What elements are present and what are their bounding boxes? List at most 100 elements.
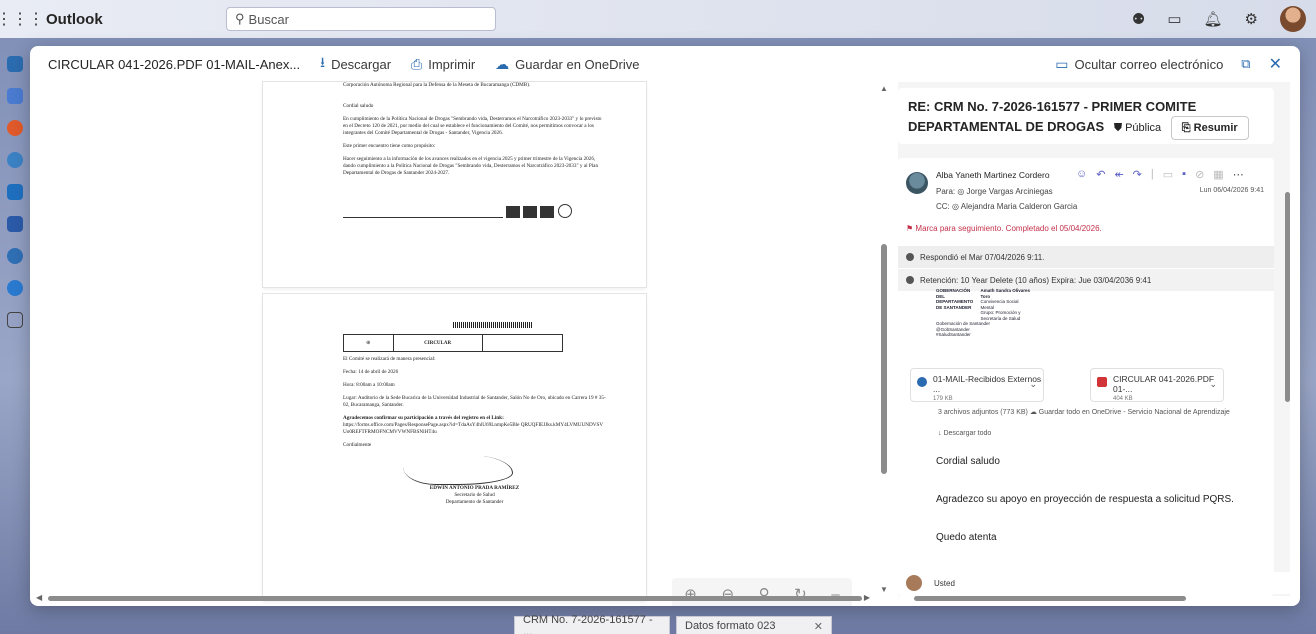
email-body-line: Agradezco su apoyo en proyección de resp… bbox=[936, 494, 1234, 505]
scroll-down-icon[interactable]: ▼ bbox=[880, 585, 888, 594]
org-icon[interactable] bbox=[7, 248, 23, 264]
hide-email-button[interactable]: ▭ Ocultar correo electrónico bbox=[1055, 56, 1223, 73]
teams-icon[interactable]: ⚉ bbox=[1132, 10, 1145, 28]
print-button[interactable]: ⎙ Imprimir bbox=[411, 56, 475, 73]
grid-icon[interactable]: ▦ bbox=[1213, 168, 1223, 181]
onedrive-icon[interactable] bbox=[7, 280, 23, 296]
app-launcher-icon[interactable]: ⋮⋮⋮ bbox=[0, 0, 44, 38]
search-icon: ⚲ bbox=[235, 11, 245, 26]
circular-header-table: ⊕ CIRCULAR bbox=[343, 334, 563, 352]
subject-card: RE: CRM No. 7-2026-161577 - PRIMER COMIT… bbox=[898, 88, 1274, 144]
message-actions: ☺ ↶ ↞ ↷ | ▭ ▪ ⊘ ▦ ⋯ bbox=[1076, 168, 1244, 181]
popout-icon[interactable]: ⧉ bbox=[1241, 56, 1250, 72]
sender-name[interactable]: Alba Yaneth Martinez Cordero bbox=[936, 170, 1050, 180]
mark-icon[interactable]: ▭ bbox=[1163, 168, 1173, 181]
minimized-draft-tab[interactable]: CRM No. 7-2026-161577 - ... bbox=[514, 614, 670, 634]
attachment-item[interactable]: 01-MAIL-Recibidos Externos ... 179 KB ⌄ bbox=[910, 368, 1044, 402]
circular-title: CIRCULAR bbox=[394, 335, 483, 351]
gear-icon[interactable]: ⚙ bbox=[1245, 10, 1258, 28]
scroll-thumb[interactable] bbox=[881, 244, 887, 474]
save-onedrive-button[interactable]: ☁ Guardar en OneDrive bbox=[495, 56, 639, 73]
barcode bbox=[453, 322, 533, 328]
reply-all-icon[interactable]: ↞ bbox=[1114, 168, 1123, 181]
scroll-thumb[interactable] bbox=[48, 596, 862, 601]
banner-text: #SaludSantander bbox=[936, 332, 971, 337]
more-options-icon[interactable]: ⋯ bbox=[1233, 168, 1244, 181]
divider bbox=[343, 217, 503, 218]
attachment-item[interactable]: CIRCULAR 041-2026.PDF 01-... 404 KB ⌄ bbox=[1090, 368, 1224, 402]
chevron-down-icon[interactable]: ⌄ bbox=[1029, 379, 1037, 390]
logo-icon bbox=[523, 206, 537, 218]
sensitivity-label[interactable]: ⛊ Pública bbox=[1114, 119, 1161, 137]
copilot-icon[interactable] bbox=[7, 120, 23, 136]
bell-icon[interactable]: 🔔︎ bbox=[1204, 10, 1223, 28]
pdf-page-2: ⊕ CIRCULAR El Comité se realizará de man… bbox=[263, 294, 646, 600]
reply-preview[interactable]: Usted bbox=[898, 572, 1290, 594]
email-file-icon bbox=[917, 377, 927, 387]
apps-icon[interactable] bbox=[7, 312, 23, 328]
download-button[interactable]: ⭳ Descargar bbox=[320, 52, 391, 76]
app-name[interactable]: Outlook bbox=[46, 11, 226, 28]
save-onedrive-label: Guardar en OneDrive bbox=[515, 56, 640, 72]
followup-flag: ⚑ Marca para seguimiento. Completado el … bbox=[906, 224, 1102, 233]
close-icon[interactable]: ✕ bbox=[814, 620, 823, 633]
avatar[interactable] bbox=[1280, 6, 1306, 32]
to-recipients[interactable]: Para: ◎ Jorge Vargas Arciniegas bbox=[936, 187, 1053, 196]
reply-icon[interactable]: ↶ bbox=[1096, 168, 1105, 181]
viewer-vertical-scrollbar[interactable]: ▲ ▼ bbox=[879, 84, 889, 594]
minimized-draft-tab[interactable]: Datos formato 023 ✕ bbox=[676, 616, 832, 634]
summarize-button[interactable]: ⎘ Resumir bbox=[1170, 116, 1249, 140]
todo-icon[interactable] bbox=[7, 184, 23, 200]
printer-icon: ⎙ bbox=[411, 55, 423, 72]
signer-title: Departamento de Santander bbox=[445, 499, 504, 505]
table-cell bbox=[483, 335, 562, 351]
email-body-line: Cordial saludo bbox=[936, 456, 1000, 467]
search-input[interactable]: ⚲ Buscar bbox=[226, 7, 496, 31]
scroll-thumb[interactable] bbox=[1285, 192, 1290, 402]
forward-icon[interactable]: ↷ bbox=[1133, 168, 1142, 181]
shield-icon: ⛊ bbox=[1113, 122, 1123, 134]
word-icon[interactable] bbox=[7, 216, 23, 232]
document-viewer[interactable]: Corporación Autónoma Regional para la De… bbox=[30, 82, 876, 606]
scroll-left-icon[interactable]: ◀ bbox=[36, 593, 42, 602]
modal-header: CIRCULAR 041-2026.PDF 01-MAIL-Anex... ⭳ D… bbox=[30, 46, 1300, 82]
doc-paragraph: Lugar: Auditorio de la Sede Bucarica de … bbox=[343, 395, 606, 408]
calendar-icon[interactable] bbox=[7, 88, 23, 104]
doc-paragraph: Este primer encuentro tiene como propósi… bbox=[343, 143, 436, 149]
scroll-right-icon[interactable]: ▶ bbox=[864, 593, 870, 602]
attachments-summary[interactable]: 3 archivos adjuntos (773 KB) ☁ Guardar t… bbox=[938, 408, 1230, 416]
doc-line: Corporación Autónoma Regional para la De… bbox=[343, 82, 531, 88]
emoji-icon[interactable]: ☺ bbox=[1076, 168, 1087, 181]
close-icon[interactable]: ✕ bbox=[1269, 54, 1282, 74]
reading-pane-scrollbar[interactable] bbox=[1284, 82, 1292, 596]
pdf-file-icon bbox=[1097, 377, 1107, 387]
tag-icon[interactable]: ⊘ bbox=[1195, 168, 1204, 181]
print-label: Imprimir bbox=[428, 56, 476, 72]
cc-recipients[interactable]: CC: ◎ Alejandra Maria Calderon Garcia bbox=[936, 202, 1077, 211]
scroll-up-icon[interactable]: ▲ bbox=[880, 84, 888, 93]
sensitivity-text: Pública bbox=[1125, 122, 1162, 134]
file-name: CIRCULAR 041-2026.PDF 01-MAIL-Anex... bbox=[48, 56, 301, 72]
download-all-link[interactable]: ↓ Descargar todo bbox=[938, 430, 991, 437]
scroll-thumb[interactable] bbox=[914, 596, 1186, 601]
signature-banner: GOBERNACIÓN DEL DEPARTAMENTO DE SANTANDE… bbox=[936, 288, 1032, 352]
top-bar: ⋮⋮⋮ Outlook ⚲ Buscar ⚉ ▭ 🔔︎ ⚙ bbox=[0, 0, 1316, 38]
apps-icon[interactable]: ▪ bbox=[1182, 168, 1186, 181]
cloud-icon: ☁ bbox=[495, 55, 510, 72]
flag-icon: ⚑ bbox=[906, 224, 916, 233]
user-avatar bbox=[906, 575, 922, 591]
left-rail bbox=[0, 38, 30, 634]
doc-paragraph: Hacer seguimiento a la información de lo… bbox=[343, 156, 599, 176]
mail-icon[interactable] bbox=[7, 56, 23, 72]
retention-text: Retención: 10 Year Delete (10 años) Expi… bbox=[920, 275, 1152, 285]
doc-paragraph: En cumplimiento de la Política Nacional … bbox=[343, 116, 602, 136]
whiteboard-icon[interactable]: ▭ bbox=[1167, 10, 1181, 28]
viewer-horizontal-scrollbar[interactable]: ◀ ▶ bbox=[34, 593, 870, 602]
attachment-name: CIRCULAR 041-2026.PDF 01-... bbox=[1113, 374, 1215, 394]
reading-pane-horizontal-scrollbar[interactable] bbox=[906, 594, 1286, 602]
people-icon[interactable] bbox=[7, 152, 23, 168]
email-body-line: Quedo atenta bbox=[936, 532, 997, 543]
chevron-down-icon[interactable]: ⌄ bbox=[1209, 379, 1217, 390]
attachment-size: 179 KB bbox=[933, 396, 953, 402]
download-label: Descargar bbox=[331, 56, 392, 72]
